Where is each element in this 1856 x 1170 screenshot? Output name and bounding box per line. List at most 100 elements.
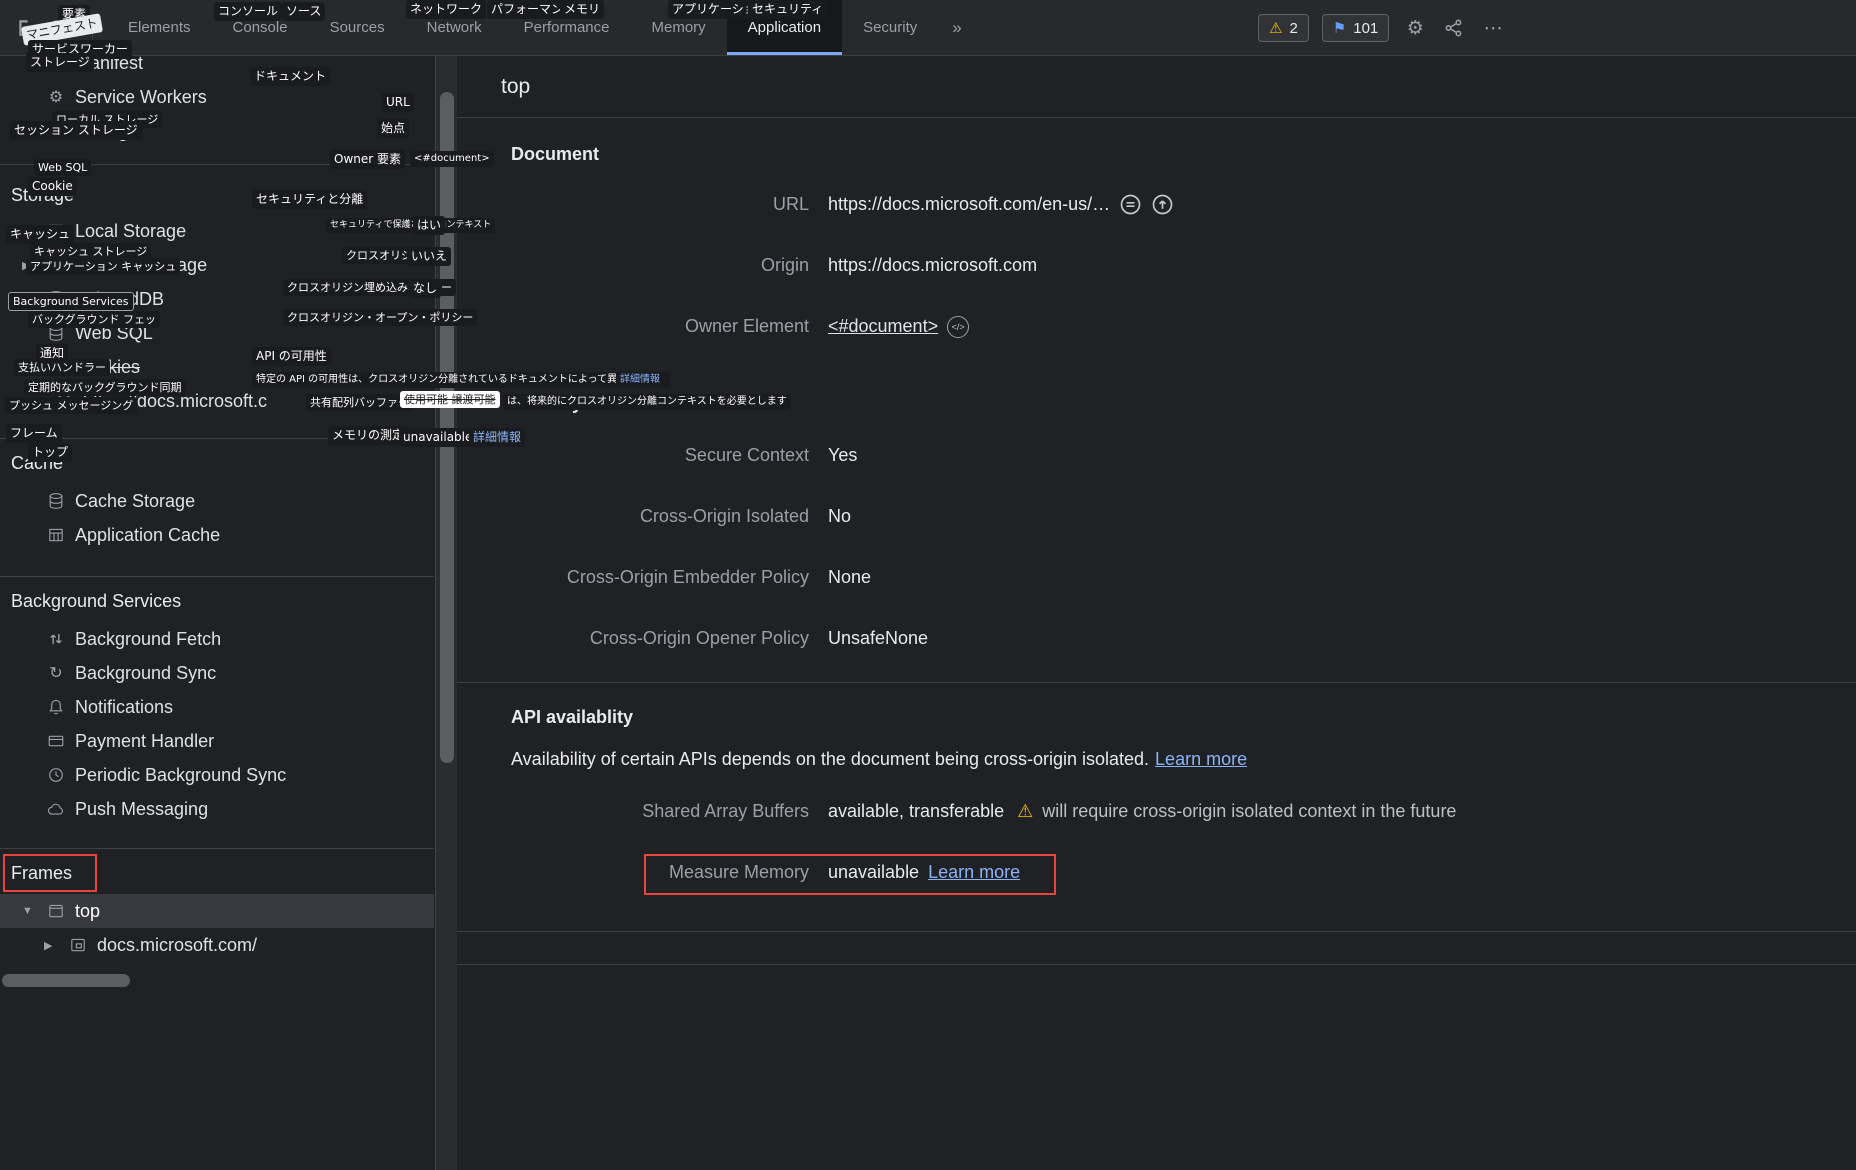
toolbar-left-icons [0, 0, 99, 55]
fetch-arrows-icon [46, 629, 66, 649]
more-options-icon[interactable]: ⋯ [1480, 15, 1506, 41]
payment-card-icon [46, 731, 66, 751]
learn-more-link[interactable]: Learn more [1155, 749, 1247, 769]
devtools-window: Elements Console Sources Network Perform… [0, 0, 1856, 1170]
sidebar-section-frames: Frames [0, 848, 434, 894]
table-icon [46, 221, 66, 241]
panel-tabs: Elements Console Sources Network Perform… [107, 0, 976, 55]
settings-gear-icon[interactable]: ⚙ [1402, 15, 1428, 41]
sidebar-item-label: docs.microsoft.com/ [97, 935, 257, 956]
twisty-closed-icon[interactable]: ▶ [22, 259, 46, 272]
issues-count: 101 [1353, 20, 1378, 37]
sidebar-item-payment-handler[interactable]: Payment Handler [0, 724, 434, 758]
api-rows: Shared Array Buffers available, transfer… [457, 781, 1856, 903]
row-label: Secure Context [457, 445, 809, 466]
sidebar-item-periodic-background-sync[interactable]: Periodic Background Sync [0, 758, 434, 792]
twisty-closed-icon[interactable]: ▶ [44, 939, 68, 952]
sidebar-section-cache: Cache [0, 438, 434, 484]
sidebar-item-label: top [75, 901, 100, 922]
secure-context-value: Yes [828, 445, 857, 466]
sidebar-item-background-sync[interactable]: ↻ Background Sync [0, 656, 434, 690]
section-divider [457, 931, 1856, 932]
row-label: Cross-Origin Embedder Policy [457, 567, 809, 588]
tab-elements[interactable]: Elements [107, 0, 212, 55]
more-tabs-chevron-icon[interactable]: » [938, 0, 975, 55]
warnings-count: 2 [1289, 20, 1297, 37]
horizontal-scrollbar-thumb[interactable] [2, 974, 130, 987]
tab-application[interactable]: Application [727, 0, 842, 55]
security-rows: Secure Context Yes Cross-Origin Isolated… [457, 425, 1856, 669]
tab-console[interactable]: Console [212, 0, 309, 55]
issues-badge[interactable]: ⚑ 101 [1322, 14, 1389, 42]
frame-icon [46, 901, 66, 921]
section-title-document: Document [511, 144, 1856, 165]
devtools-toolbar: Elements Console Sources Network Perform… [0, 0, 1856, 56]
hierarchy-icon[interactable] [1441, 15, 1467, 41]
sidebar-item-label: Push Messaging [75, 799, 208, 820]
sidebar-item-label: Periodic Background Sync [75, 765, 286, 786]
open-in-new-tab-icon[interactable] [1151, 193, 1174, 216]
frame-details-header: top [457, 56, 1856, 118]
warning-icon: ⚠ [1269, 19, 1282, 37]
bell-icon [46, 697, 66, 717]
sidebar-item-label: Service Workers [75, 87, 207, 108]
sidebar-item-indexeddb[interactable]: IndexedDB [0, 282, 434, 316]
cookie-icon [54, 391, 74, 411]
sab-value: available, transferable [828, 801, 1004, 822]
owner-element-link[interactable]: <#document> [828, 316, 938, 337]
sidebar-item-notifications[interactable]: Notifications [0, 690, 434, 724]
tab-network[interactable]: Network [406, 0, 503, 55]
sidebar-item-cookie-origin[interactable]: https://docs.microsoft.c [0, 384, 434, 418]
tab-security[interactable]: Security [842, 0, 938, 55]
sidebar-item-storage[interactable]: Storage [0, 114, 434, 148]
document-icon [46, 56, 66, 73]
warnings-badge[interactable]: ⚠ 2 [1258, 14, 1309, 42]
coop-row: Cross-Origin Opener Policy UnsafeNone [457, 608, 1856, 669]
inspect-element-icon[interactable] [14, 15, 40, 41]
api-availability-description: Availability of certain APIs depends on … [511, 749, 1856, 770]
sidebar-item-label: Background Fetch [75, 629, 221, 650]
twisty-open-icon[interactable]: ▼ [22, 905, 46, 917]
sidebar-item-frame-docs-microsoft[interactable]: ▶ docs.microsoft.com/ [0, 928, 434, 962]
toolbar-right-icons: ⚠ 2 ⚑ 101 ⚙ ⋯ [1258, 0, 1506, 56]
tab-memory[interactable]: Memory [631, 0, 727, 55]
sidebar-item-label: Application Cache [75, 525, 220, 546]
row-label: Cross-Origin Isolated [457, 506, 809, 527]
sidebar-item-label: Local Storage [75, 221, 186, 242]
sidebar-item-label: Storage [75, 121, 138, 142]
reveal-in-network-icon[interactable] [1119, 193, 1142, 216]
sidebar-scrollbar-thumb[interactable] [440, 92, 454, 763]
secure-context-row: Secure Context Yes [457, 425, 1856, 486]
cloud-icon [46, 799, 66, 819]
sidebar-item-background-fetch[interactable]: Background Fetch [0, 622, 434, 656]
sidebar-item-push-messaging[interactable]: Push Messaging [0, 792, 434, 826]
sidebar-item-cookies[interactable]: ▼ Cookies [0, 350, 434, 384]
row-label: URL [457, 194, 809, 215]
sidebar-scrollbar-track[interactable] [435, 56, 457, 1170]
sidebar-item-label: Manifest [75, 56, 143, 74]
sidebar-item-label: IndexedDB [75, 289, 164, 310]
origin-row: Origin https://docs.microsoft.com [457, 235, 1856, 296]
device-toolbar-icon[interactable] [50, 15, 76, 41]
section-title-security-isolation: Security & Isolation [511, 393, 1856, 414]
sidebar-section-storage: Storage [0, 164, 434, 214]
sidebar-item-application-cache[interactable]: Application Cache [0, 518, 434, 552]
sidebar-item-label: Notifications [75, 697, 173, 718]
twisty-open-icon[interactable]: ▼ [22, 361, 46, 373]
cross-origin-isolated-row: Cross-Origin Isolated No [457, 486, 1856, 547]
sidebar-item-session-storage[interactable]: ▶ Session Storage [0, 248, 434, 282]
learn-more-link[interactable]: Learn more [928, 862, 1020, 883]
sidebar-item-web-sql[interactable]: Web SQL [0, 316, 434, 350]
sidebar-item-cache-storage[interactable]: Cache Storage [0, 484, 434, 518]
sidebar-item-service-workers[interactable]: ⚙ Service Workers [0, 80, 434, 114]
sidebar-item-local-storage[interactable]: Local Storage [0, 214, 434, 248]
sidebar-item-frame-top[interactable]: ▼ top [0, 894, 434, 928]
section-title-api-availability: API availablity [511, 707, 1856, 728]
tab-sources[interactable]: Sources [309, 0, 406, 55]
gear-icon: ⚙ [46, 87, 66, 107]
tab-performance[interactable]: Performance [503, 0, 631, 55]
clock-icon [46, 765, 66, 785]
sidebar-item-manifest[interactable]: Manifest [0, 56, 434, 80]
cross-origin-isolated-value: No [828, 506, 851, 527]
code-icon[interactable]: </> [947, 316, 969, 338]
